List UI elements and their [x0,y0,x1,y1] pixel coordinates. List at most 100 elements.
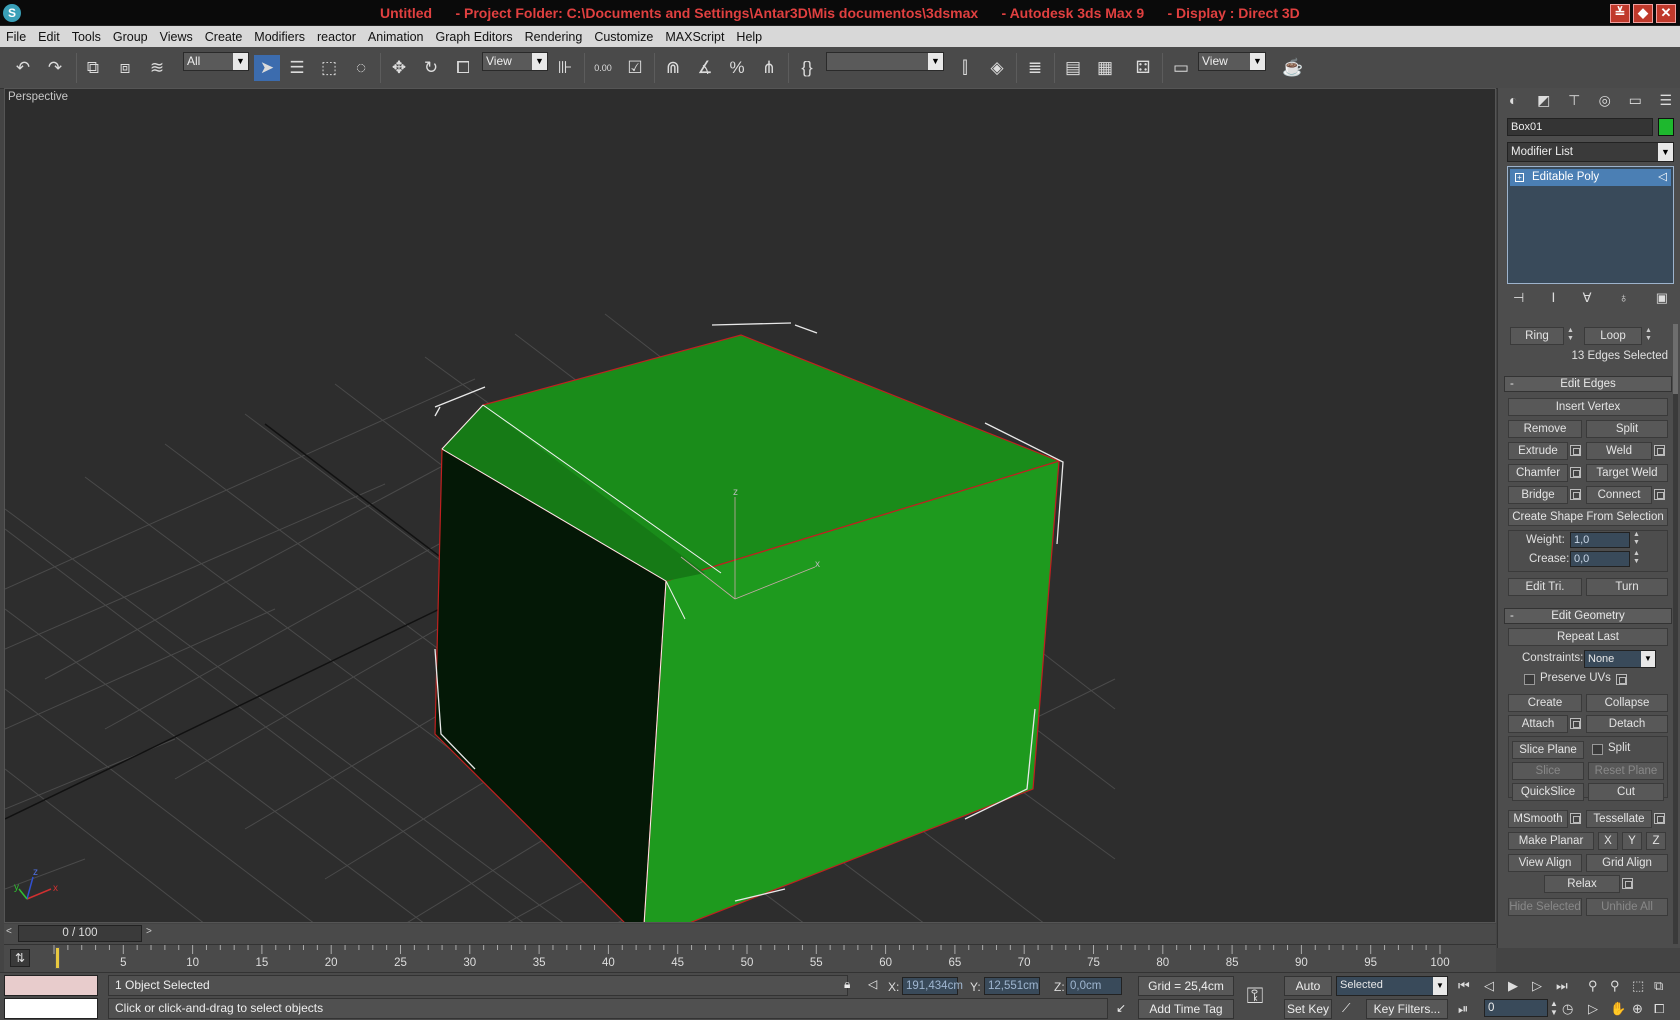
layer-manager-icon[interactable]: ≣ [1022,55,1048,81]
play-icon[interactable]: ▶ [1508,978,1518,994]
expand-icon[interactable]: + [1515,173,1524,182]
selection-lock-icon[interactable]: 🔒︎ [844,977,850,992]
weight-spinner[interactable]: ▲ ▼ [1632,531,1641,549]
preserve-uvs-settings-icon[interactable] [1616,674,1627,685]
menu-views[interactable]: Views [154,30,199,44]
remove-modifier-icon[interactable]: ♁ [1619,290,1629,310]
planar-x-button[interactable]: X [1598,832,1618,850]
pin-stack-icon[interactable]: ⊣ [1513,290,1524,310]
create-tab-icon[interactable]: ◐ [1501,92,1525,108]
connect-button[interactable]: Connect [1586,486,1652,504]
menu-group[interactable]: Group [107,30,154,44]
close-button[interactable]: ✕ [1656,4,1676,23]
bind-space-warp-icon[interactable]: ≋ [144,55,170,81]
time-slider-next[interactable]: > [146,926,152,937]
quick-render-icon[interactable]: ☕ [1280,55,1306,81]
split-checkbox[interactable] [1592,744,1603,755]
weight-input[interactable]: 1,0 [1570,532,1630,548]
collapse-button[interactable]: Collapse [1586,694,1668,712]
snap-toggle-icon[interactable]: 0.00 [590,55,616,81]
edit-edges-rollout[interactable]: - Edit Edges [1504,376,1672,392]
rectangular-selection-icon[interactable]: ⬚ [316,55,342,81]
scale-icon[interactable]: ⧠ [450,55,476,81]
pan-view-icon[interactable]: ✋ [1610,1001,1626,1017]
menu-create[interactable]: Create [199,30,249,44]
menu-customize[interactable]: Customize [588,30,659,44]
attach-list-icon[interactable] [1570,718,1581,729]
window-crossing-icon[interactable]: ◌ [348,55,374,81]
loop-button[interactable]: Loop [1584,327,1642,345]
auto-key-button[interactable]: Auto Key [1284,976,1332,1011]
slice-button[interactable]: Slice [1512,762,1584,780]
current-frame-input[interactable]: 0 [1484,999,1548,1017]
menu-rendering[interactable]: Rendering [519,30,589,44]
crease-input[interactable]: 0,0 [1570,551,1630,567]
maxscript-listener-top[interactable] [4,975,98,996]
go-to-end-icon[interactable]: ⏭ [1556,978,1568,994]
maxscript-listener-bottom[interactable] [4,998,98,1019]
remove-button[interactable]: Remove [1508,420,1582,438]
unhide-all-button[interactable]: Unhide All [1586,898,1668,916]
select-and-link-icon[interactable]: ⧉ [80,55,106,81]
reference-coord-dropdown[interactable]: View ▼ [482,52,548,71]
previous-frame-icon[interactable]: ◁ [1484,978,1494,994]
go-to-start-icon[interactable]: ⏮ [1458,978,1470,994]
weld-button[interactable]: Weld [1586,442,1652,460]
arc-rotate-icon[interactable]: ⊕ [1632,1001,1643,1017]
tessellate-settings-icon[interactable] [1654,813,1665,824]
menu-graph-editors[interactable]: Graph Editors [430,30,519,44]
planar-z-button[interactable]: Z [1646,832,1666,850]
render-setup-icon[interactable]: ▭ [1168,55,1194,81]
current-frame-spinner[interactable]: ▲ ▼ [1550,999,1558,1017]
redo-icon[interactable]: ↷ [42,55,68,81]
zoom-icon[interactable]: ⚲ [1588,978,1598,994]
time-slider-thumb[interactable]: 0 / 100 [18,925,142,942]
named-selection-dropdown[interactable]: ▼ [826,52,944,71]
zoom-extents-all-icon[interactable]: ⧉ [1654,978,1663,994]
show-end-result-icon[interactable]: Ⅰ [1552,290,1556,310]
stack-item-editable-poly[interactable]: + Editable Poly ◁ [1510,169,1671,186]
box01-object[interactable]: x z [434,322,1064,923]
mirror-icon[interactable]: ⫿ [952,55,978,81]
modifier-list-dropdown[interactable]: Modifier List ▼ [1507,142,1674,162]
scrollbar-thumb[interactable] [1673,324,1678,394]
weld-settings-icon[interactable] [1654,445,1665,456]
time-slider-prev[interactable]: < [6,926,12,937]
turn-button[interactable]: Turn [1586,578,1668,596]
menu-modifiers[interactable]: Modifiers [248,30,311,44]
relax-button[interactable]: Relax [1544,875,1620,893]
app-logo-icon[interactable]: S [3,4,21,22]
crease-spinner[interactable]: ▲ ▼ [1632,550,1641,568]
make-unique-icon[interactable]: ∀ [1583,290,1592,310]
make-planar-button[interactable]: Make Planar [1508,832,1594,850]
curve-editor-icon[interactable]: ▤ [1060,55,1086,81]
pivot-center-icon[interactable]: ⊪ [552,55,578,81]
constraints-dropdown[interactable]: None ▼ [1584,650,1656,668]
create-shape-button[interactable]: Create Shape From Selection [1508,508,1668,526]
quickslice-button[interactable]: QuickSlice [1512,783,1584,801]
loop-spinner[interactable]: ▲ ▼ [1644,327,1653,345]
select-by-name-icon[interactable]: ☰ [284,55,310,81]
ring-button[interactable]: Ring [1510,327,1564,345]
edit-tri-button[interactable]: Edit Tri. [1508,578,1582,596]
restore-button[interactable]: ◆ [1633,4,1653,23]
repeat-last-button[interactable]: Repeat Last [1508,628,1668,646]
default-tangents-icon[interactable]: ⟋ [1342,1001,1350,1016]
ring-spinner[interactable]: ▲ ▼ [1566,327,1575,345]
unlink-selection-icon[interactable]: ⧈ [112,55,138,81]
grid-align-button[interactable]: Grid Align [1586,854,1668,872]
slice-plane-button[interactable]: Slice Plane [1512,741,1584,759]
align-icon[interactable]: ◈ [984,55,1010,81]
key-filters-button[interactable]: Key Filters... [1366,999,1448,1019]
bridge-button[interactable]: Bridge [1508,486,1568,504]
undo-icon[interactable]: ↶ [10,55,36,81]
bridge-settings-icon[interactable] [1570,489,1581,500]
set-keys-icon[interactable]: ⚿ [1240,981,1270,1011]
zoom-extents-icon[interactable]: ⬚ [1632,978,1644,994]
perspective-viewport[interactable]: Perspective x z x z y [4,88,1496,923]
panel-scrollbar[interactable] [1673,324,1678,944]
x-coordinate-input[interactable]: 191,434cm [902,977,963,995]
key-mode-toggle-icon[interactable]: ⏯ [1458,1001,1468,1017]
split-button[interactable]: Split [1586,420,1668,438]
utilities-tab-icon[interactable]: ☰ [1654,92,1678,109]
